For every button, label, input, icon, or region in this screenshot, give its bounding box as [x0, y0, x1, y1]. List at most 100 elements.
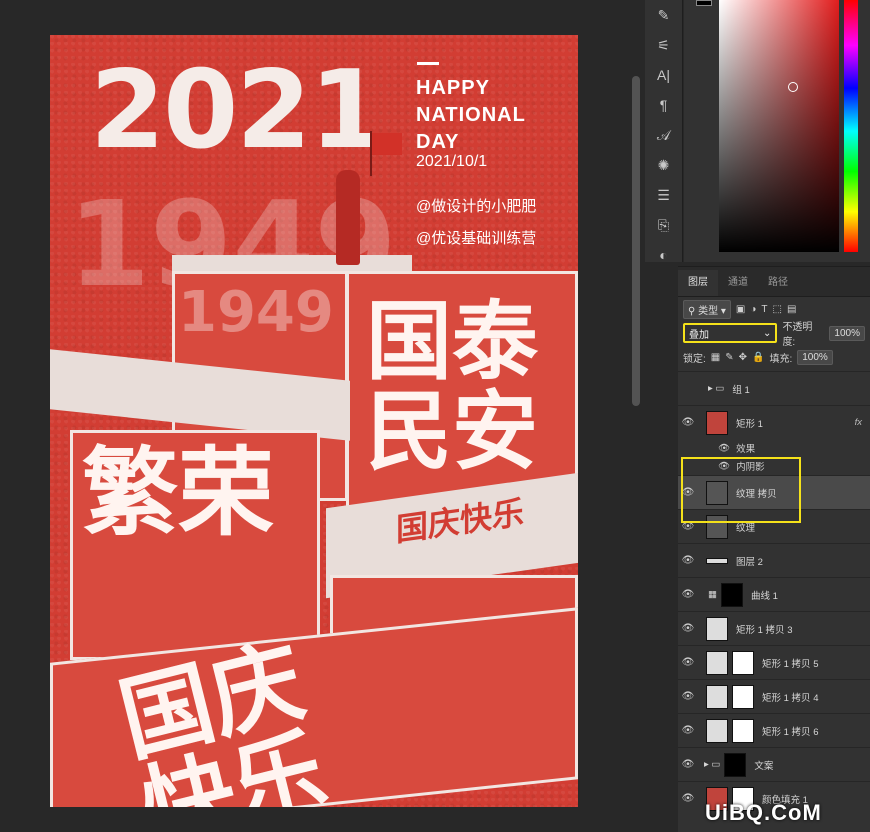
hue-slider[interactable] — [844, 0, 858, 252]
filter-kind-select[interactable]: ⚲ 类型 ▾ — [683, 299, 731, 319]
curves-icon: ▦ — [708, 589, 717, 600]
title-line-1: HAPPY — [416, 77, 490, 99]
color-picker-panel — [684, 0, 870, 262]
folder-icon: ▸ ▭ — [708, 383, 725, 394]
layer-name: 矩形 1 拷贝 6 — [762, 726, 819, 738]
layer-2[interactable]: 👁 图层 2 — [678, 543, 870, 577]
layer-name: 组 1 — [732, 384, 750, 396]
layer-curves-1[interactable]: 👁 ▦ 曲线 1 — [678, 577, 870, 611]
glyphs-icon[interactable]: 𝒜 — [645, 120, 682, 150]
texture-layers-highlight — [681, 457, 801, 523]
brush-icon[interactable]: ✎ — [645, 0, 682, 30]
paragraph-icon[interactable]: ¶ — [645, 90, 682, 120]
layer-list: ▸ ▭ 组 1 👁 矩形 1 fx 👁 效果 👁 内阴影 👁 纹理 拷贝 👁 纹理 👁 图层 2… — [678, 371, 870, 815]
eye-icon[interactable]: 👁 — [678, 657, 698, 668]
layer-name: 矩形 1 拷贝 5 — [762, 658, 819, 670]
foreground-swatch[interactable] — [696, 0, 712, 6]
layer-name: 矩形 1 拷贝 3 — [736, 624, 793, 636]
layer-thumbnail — [706, 557, 728, 564]
eye-icon[interactable]: 👁 — [678, 793, 698, 804]
lock-move-icon[interactable]: ✥ — [739, 352, 747, 363]
layer-thumbnail — [706, 684, 728, 709]
layer-rect-copy-4[interactable]: 👁 矩形 1 拷贝 4 — [678, 679, 870, 713]
eye-icon[interactable]: 👁 — [718, 443, 730, 454]
lock-row: 锁定: ▦ ✎ ✥ 🔒 填充: 100% — [678, 345, 870, 369]
vertical-scrollbar[interactable] — [632, 76, 640, 406]
clone-source-icon[interactable]: ⎘ — [645, 210, 682, 240]
layer-rect-copy-6[interactable]: 👁 矩形 1 拷贝 6 — [678, 713, 870, 747]
layer-rectangle-1[interactable]: 👁 矩形 1 fx — [678, 405, 870, 439]
panel-tabs: 图层 通道 路径 — [678, 267, 870, 297]
adjust-icon[interactable]: ⚟ — [645, 30, 682, 60]
eye-icon[interactable]: 👁 — [678, 623, 698, 634]
layer-mask[interactable] — [720, 582, 743, 607]
layer-thumbnail — [706, 616, 728, 641]
layer-group-1[interactable]: ▸ ▭ 组 1 — [678, 371, 870, 405]
layer-mask[interactable] — [732, 650, 754, 675]
type-filter-icon[interactable]: T — [761, 304, 767, 315]
layer-thumbnail — [706, 410, 728, 435]
fx-icon[interactable]: fx — [855, 417, 862, 428]
blend-mode-value: 叠加 — [689, 329, 709, 341]
layers-panel: 图层 通道 路径 ⚲ 类型 ▾ ▣ ◑ T ⬚ ▤ 叠加 ⌄ 不透明度: 100%… — [678, 266, 870, 832]
title-dash — [417, 62, 439, 65]
poster-canvas[interactable]: 1949 2021 HAPPY NATIONAL DAY 2021/10/1 @… — [50, 35, 578, 807]
cube-2-slogan: 繁荣 — [82, 437, 274, 549]
filter-row: ⚲ 类型 ▾ ▣ ◑ T ⬚ ▤ — [678, 297, 870, 321]
site-watermark: UiBQ.CoM — [705, 800, 822, 825]
title-line-3: DAY — [416, 131, 460, 153]
layer-name: 图层 2 — [736, 556, 763, 568]
right-toolstrip: ✎ ⚟ A| ¶ 𝒜 ✺ ☰ ⎘ ◐ — [645, 0, 683, 263]
layer-mask[interactable] — [732, 718, 754, 743]
title-line-2: NATIONAL — [416, 104, 526, 126]
character-icon[interactable]: A| — [645, 60, 682, 90]
layer-thumbnail — [706, 650, 728, 675]
filter-kind-label: 类型 — [698, 305, 719, 317]
eye-icon[interactable]: 👁 — [678, 417, 698, 428]
eye-icon[interactable]: 👁 — [678, 589, 698, 600]
cube-1-year: 1949 — [178, 280, 334, 345]
lock-pixels-icon[interactable]: ▦ — [711, 352, 720, 363]
tab-paths[interactable]: 路径 — [758, 270, 798, 296]
layer-name: 曲线 1 — [750, 590, 778, 602]
author-handle: @做设计的小肥肥 — [416, 198, 537, 215]
pixel-filter-icon[interactable]: ▣ — [736, 304, 745, 315]
lock-all-icon[interactable]: 🔒 — [752, 352, 764, 363]
saturation-field[interactable] — [719, 0, 839, 252]
chevron-down-icon: ⌄ — [763, 327, 772, 339]
smart-filter-icon[interactable]: ▤ — [787, 304, 796, 315]
eye-icon[interactable]: 👁 — [678, 759, 698, 770]
folder-icon: ▸ ▭ — [704, 759, 721, 770]
layer-rect-copy-3[interactable]: 👁 矩形 1 拷贝 3 — [678, 611, 870, 645]
light-icon[interactable]: ✺ — [645, 150, 682, 180]
properties-icon[interactable]: ☰ — [645, 180, 682, 210]
holiday-title: HAPPY NATIONAL DAY — [416, 75, 526, 156]
layer-mask[interactable] — [724, 752, 747, 777]
adjust-filter-icon[interactable]: ◑ — [750, 304, 756, 315]
shape-filter-icon[interactable]: ⬚ — [773, 304, 782, 315]
poster-date: 2021/10/1 — [416, 153, 488, 170]
fill-label: 填充: — [769, 353, 793, 365]
layer-mask[interactable] — [732, 684, 754, 709]
tab-layers[interactable]: 图层 — [678, 270, 718, 296]
picker-cursor[interactable] — [788, 82, 798, 92]
big-year: 2021 — [90, 48, 385, 173]
flag — [372, 133, 402, 155]
fill-input[interactable]: 100% — [797, 349, 833, 365]
eye-icon[interactable]: 👁 — [678, 691, 698, 702]
layer-group-copy[interactable]: 👁 ▸ ▭ 文案 — [678, 747, 870, 781]
layer-name: 矩形 1 拷贝 4 — [762, 692, 819, 704]
standing-figure — [336, 170, 360, 265]
lock-label: 锁定: — [683, 353, 706, 365]
eye-icon[interactable]: 👁 — [678, 555, 698, 566]
eye-icon[interactable]: 👁 — [678, 725, 698, 736]
tab-channels[interactable]: 通道 — [718, 270, 758, 296]
layer-thumbnail — [706, 718, 728, 743]
contrast-icon[interactable]: ◐ — [645, 240, 682, 270]
lock-paint-icon[interactable]: ✎ — [725, 352, 733, 363]
layer-effects[interactable]: 👁 效果 — [678, 439, 870, 457]
blend-mode-select[interactable]: 叠加 ⌄ — [683, 323, 778, 343]
opacity-input[interactable]: 100% — [829, 325, 865, 341]
blend-row: 叠加 ⌄ 不透明度: 100% — [678, 321, 870, 348]
layer-rect-copy-5[interactable]: 👁 矩形 1 拷贝 5 — [678, 645, 870, 679]
